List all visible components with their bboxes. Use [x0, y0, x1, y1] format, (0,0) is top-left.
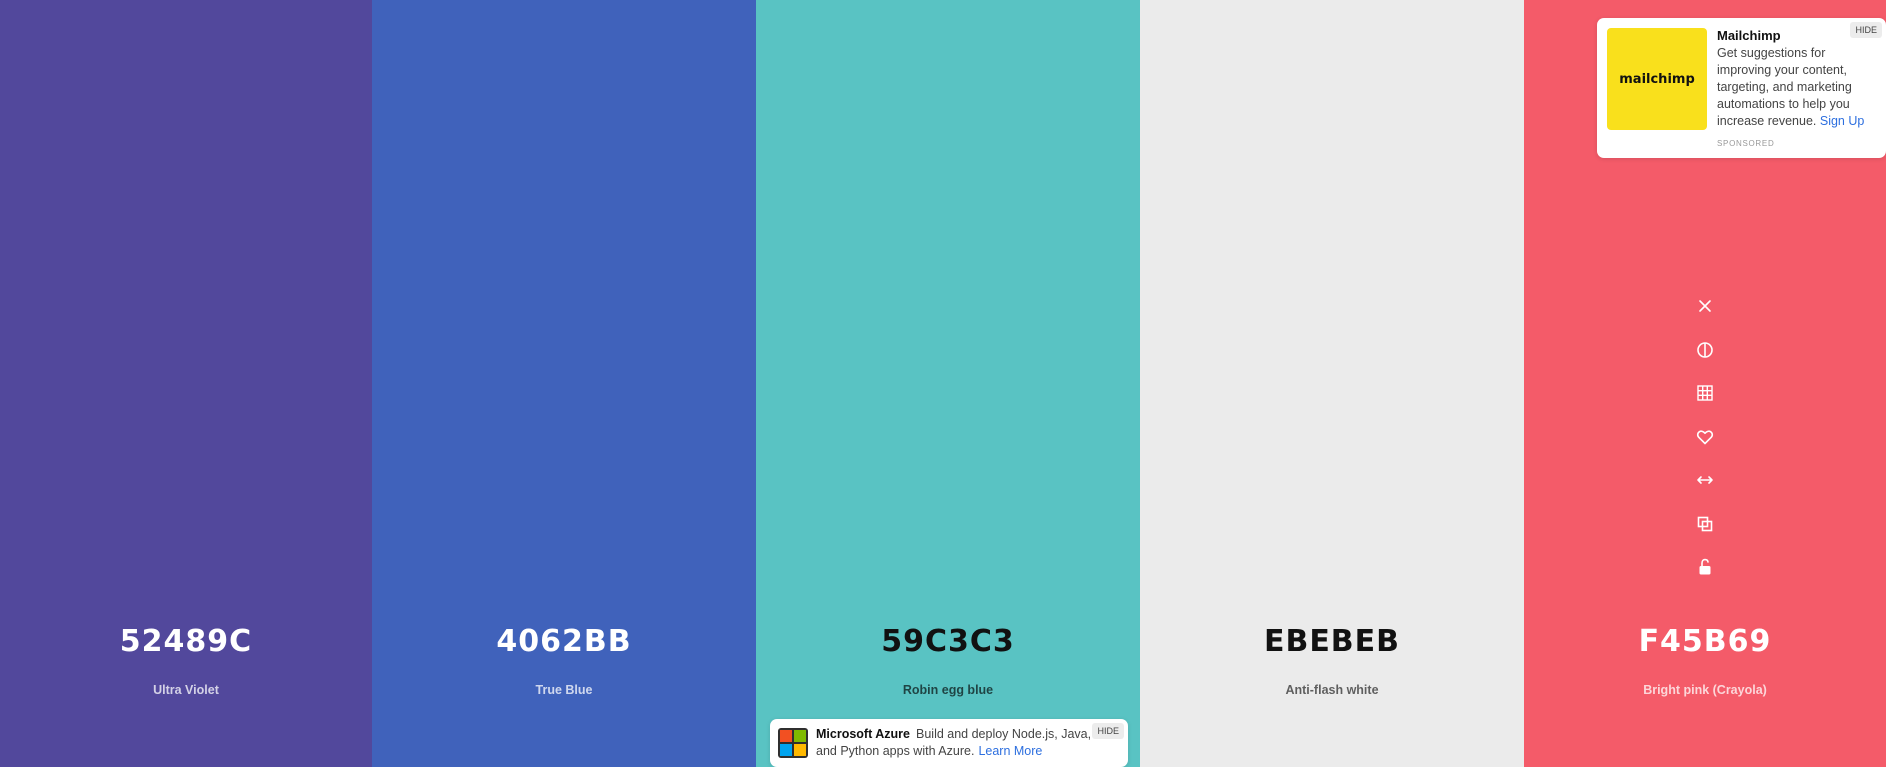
remove-color-button[interactable] — [1690, 291, 1720, 321]
view-shades-button[interactable] — [1690, 335, 1720, 365]
color-swatch-robin-egg-blue[interactable]: 59C3C3 Robin egg blue — [756, 0, 1140, 767]
hex-code[interactable]: 4062BB — [372, 624, 756, 659]
color-name: Ultra Violet — [153, 683, 219, 697]
drag-icon — [1697, 476, 1713, 484]
heart-icon — [1696, 429, 1714, 444]
ad-body: Get suggestions for improving your conte… — [1717, 46, 1865, 128]
azure-ad[interactable]: Microsoft Azure Build and deploy Node.js,… — [770, 719, 1128, 767]
logo-tile — [794, 744, 806, 756]
hex-code[interactable]: F45B69 — [1524, 624, 1886, 659]
learn-more-link[interactable]: Learn More — [978, 744, 1042, 758]
close-icon — [1699, 300, 1711, 312]
logo-tile — [780, 744, 792, 756]
shades-grid-button[interactable] — [1690, 378, 1720, 408]
color-swatch-true-blue[interactable]: 4062BB True Blue — [372, 0, 756, 767]
color-name: Bright pink (Crayola) — [1643, 683, 1767, 697]
mailchimp-ad[interactable]: mailchimp Mailchimp Get suggestions for … — [1597, 18, 1886, 158]
mailchimp-logo[interactable]: mailchimp — [1607, 28, 1707, 130]
ad-text: Microsoft Azure Build and deploy Node.js,… — [816, 726, 1096, 760]
color-swatch-anti-flash-white[interactable]: EBEBEB Anti-flash white — [1140, 0, 1524, 767]
save-color-button[interactable] — [1690, 422, 1720, 452]
drag-button[interactable] — [1690, 465, 1720, 495]
color-name: Robin egg blue — [902, 683, 994, 697]
hex-code[interactable]: EBEBEB — [1140, 624, 1524, 659]
hide-ad-button[interactable]: HIDE — [1850, 22, 1882, 38]
ad-title[interactable]: Mailchimp — [1717, 28, 1781, 43]
grid-icon — [1697, 385, 1713, 401]
contrast-icon — [1697, 341, 1713, 358]
ad-title[interactable]: Microsoft Azure — [816, 727, 910, 741]
color-name: Anti-flash white — [1285, 683, 1379, 697]
hex-code[interactable]: 52489C — [0, 624, 372, 659]
lock-toggle-button[interactable] — [1690, 552, 1720, 582]
hide-ad-button[interactable]: HIDE — [1092, 723, 1124, 739]
copy-hex-button[interactable] — [1690, 509, 1720, 539]
logo-tile — [794, 730, 806, 742]
color-name: True Blue — [535, 683, 593, 697]
color-swatch-ultra-violet[interactable]: 52489C Ultra Violet — [0, 0, 372, 767]
hex-code[interactable]: 59C3C3 — [756, 624, 1140, 659]
copy-icon — [1697, 516, 1713, 531]
microsoft-logo[interactable] — [778, 728, 808, 758]
sponsored-label: SPONSORED — [1717, 139, 1775, 148]
logo-tile — [780, 730, 792, 742]
sign-up-link[interactable]: Sign Up — [1820, 114, 1864, 128]
lock-open-icon — [1699, 558, 1711, 575]
swatch-toolbar — [1524, 291, 1886, 596]
